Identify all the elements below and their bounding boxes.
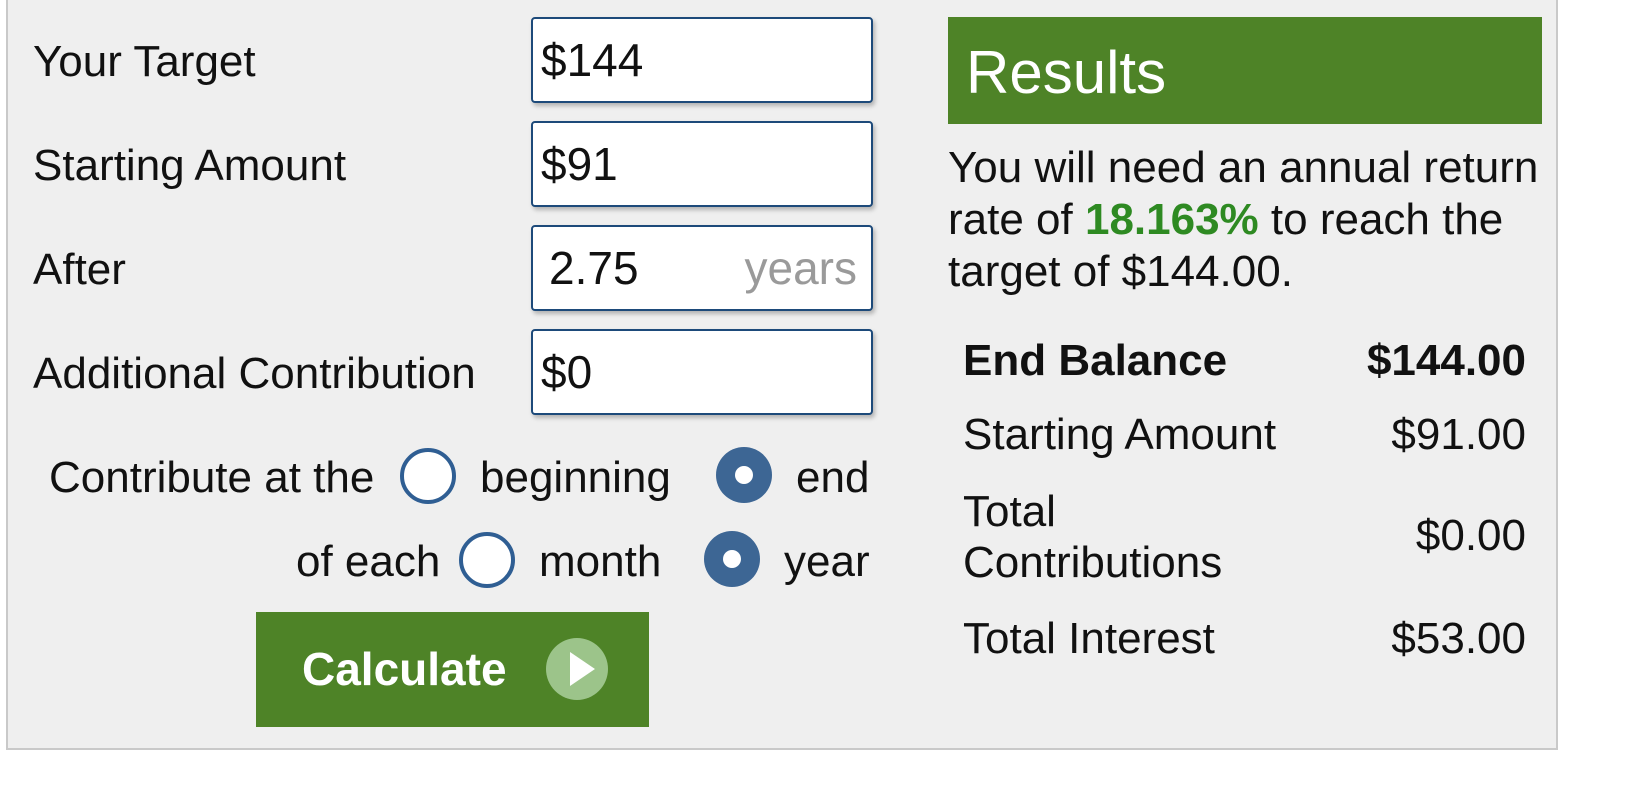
after-years-input-value: 2.75 <box>549 242 639 294</box>
play-icon <box>546 638 608 700</box>
target-input[interactable]: $144 <box>531 17 873 103</box>
additional-contribution-input[interactable]: $0 <box>531 329 873 415</box>
target-label: Your Target <box>33 37 256 86</box>
radio-beginning[interactable] <box>400 448 456 504</box>
total-contributions-label-line2: Contributions <box>963 538 1223 587</box>
radio-end[interactable] <box>716 447 772 503</box>
additional-contribution-input-value: $0 <box>541 346 593 398</box>
starting-amount-input-value: $91 <box>541 138 618 190</box>
results-header: Results <box>948 17 1542 124</box>
starting-amount-input[interactable]: $91 <box>531 121 873 207</box>
results-title: Results <box>966 39 1167 106</box>
results-summary: You will need an annual return rate of 1… <box>948 142 1548 298</box>
calculate-button-label: Calculate <box>302 643 507 695</box>
end-balance-label: End Balance <box>963 336 1228 385</box>
end-balance-value: $144.00 <box>1366 336 1526 385</box>
target-input-value: $144 <box>541 34 644 86</box>
of-each-label: of each <box>296 537 441 586</box>
total-interest-label: Total Interest <box>963 614 1215 663</box>
after-years-input[interactable]: 2.75 years <box>531 225 873 311</box>
return-rate-value: 18.163% <box>1084 195 1259 244</box>
radio-year[interactable] <box>704 531 760 587</box>
starting-amount-result-label: Starting Amount <box>963 410 1277 459</box>
radio-end-label[interactable]: end <box>796 456 869 500</box>
total-contributions-label-line1: Total <box>963 487 1056 536</box>
calculate-button[interactable]: Calculate <box>256 612 649 727</box>
radio-beginning-label[interactable]: beginning <box>480 456 671 500</box>
years-unit-label: years <box>744 242 857 294</box>
starting-amount-label: Starting Amount <box>33 141 347 190</box>
after-label: After <box>33 245 126 294</box>
total-interest-value: $53.00 <box>1391 614 1526 663</box>
additional-contribution-label: Additional Contribution <box>33 349 476 398</box>
starting-amount-result-value: $91.00 <box>1391 410 1526 459</box>
radio-month-label[interactable]: month <box>539 540 661 584</box>
radio-year-label[interactable]: year <box>784 540 870 584</box>
total-contributions-value: $0.00 <box>1415 511 1526 560</box>
radio-month[interactable] <box>459 532 515 588</box>
contribute-at-label: Contribute at the <box>49 453 375 502</box>
